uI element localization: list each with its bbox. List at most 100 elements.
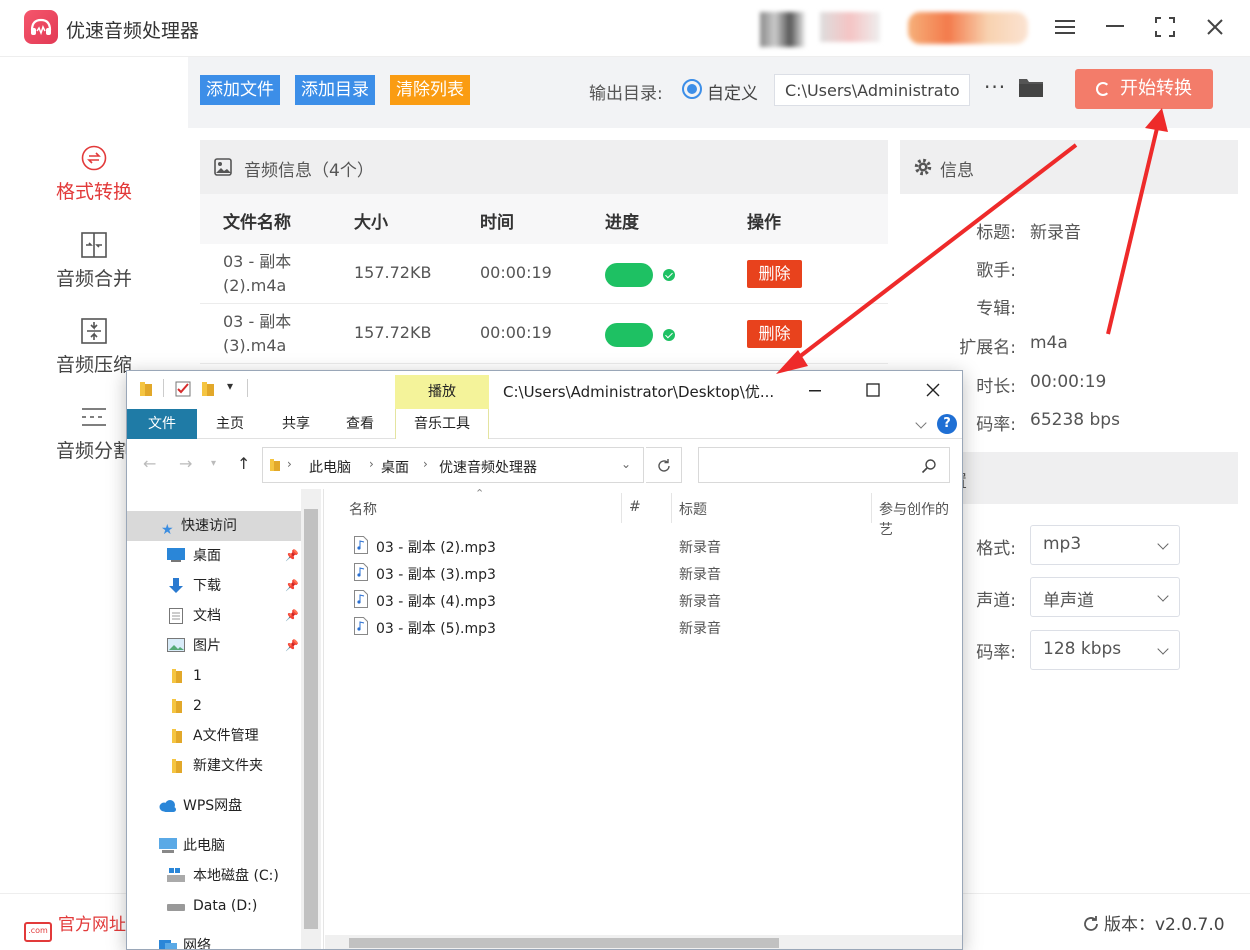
- nav-item-desktop[interactable]: 桌面 📌: [127, 541, 301, 571]
- explorer-close-icon[interactable]: [921, 379, 947, 401]
- pin-icon[interactable]: 📌: [285, 631, 299, 661]
- nav-item-network[interactable]: 网络: [127, 931, 301, 949]
- sidebar-item-audio-merge[interactable]: 音频合并: [0, 232, 188, 312]
- start-convert-button[interactable]: 开始转换: [1075, 69, 1213, 109]
- address-bar[interactable]: › 此电脑 › 桌面 › 优速音频处理器 ⌄: [262, 447, 644, 483]
- ribbon-tab-home[interactable]: 主页: [205, 409, 255, 439]
- divider: [163, 379, 164, 397]
- file-row[interactable]: 03 - 副本 (3).mp3 新录音: [349, 560, 949, 586]
- recent-locations-chevron-icon[interactable]: ▾: [211, 458, 216, 469]
- address-dropdown-icon[interactable]: ⌄: [621, 457, 631, 471]
- horizontal-scrollbar[interactable]: [325, 935, 962, 949]
- nav-item-pictures[interactable]: 图片 📌: [127, 631, 301, 661]
- vip-badge-blurred[interactable]: [908, 12, 1028, 44]
- up-arrow-icon[interactable]: ↑: [237, 454, 250, 473]
- nav-item-folder-a-files[interactable]: A文件管理: [127, 721, 301, 751]
- merge-icon: [81, 232, 107, 258]
- breadcrumb-item[interactable]: 桌面: [381, 457, 409, 477]
- open-folder-icon[interactable]: [1018, 76, 1044, 102]
- pin-icon[interactable]: 📌: [285, 541, 299, 571]
- breadcrumb-item[interactable]: 优速音频处理器: [439, 457, 537, 477]
- column-header-title[interactable]: 标题: [679, 499, 707, 519]
- search-input[interactable]: [698, 447, 950, 483]
- file-row[interactable]: 03 - 副本 (2).mp3 新录音: [349, 533, 949, 559]
- column-divider[interactable]: [671, 493, 672, 523]
- refresh-icon: [658, 459, 670, 472]
- version-info[interactable]: 版本：v2.0.7.0: [1082, 910, 1225, 935]
- table-row[interactable]: 03 - 副本 (2).m4a 157.72KB 00:00:19 删除: [200, 244, 888, 304]
- column-header-number[interactable]: #: [629, 499, 641, 515]
- delete-button[interactable]: 删除: [747, 320, 802, 348]
- forward-arrow-icon[interactable]: →: [179, 454, 192, 473]
- file-size-cell: 157.72KB: [354, 323, 432, 342]
- explorer-maximize-icon[interactable]: [861, 379, 887, 401]
- official-site-link[interactable]: .com 官方网址: [24, 910, 126, 942]
- help-icon[interactable]: ?: [937, 414, 957, 434]
- file-explorer-window: ▾ 播放 C:\Users\Administrator\Desktop\优...…: [126, 370, 963, 950]
- close-icon[interactable]: [1202, 14, 1228, 40]
- column-divider[interactable]: [621, 493, 622, 523]
- nav-item-folder-2[interactable]: 2: [127, 691, 301, 721]
- breadcrumb-separator: ›: [423, 457, 428, 471]
- document-icon: [169, 608, 183, 624]
- pin-icon[interactable]: 📌: [285, 601, 299, 631]
- customize-toolbar-dropdown-icon[interactable]: ▾: [227, 379, 233, 393]
- table-row[interactable]: 03 - 副本 (3).m4a 157.72KB 00:00:19 删除: [200, 304, 888, 364]
- delete-button[interactable]: 删除: [747, 260, 802, 288]
- audio-table-header: 文件名称 大小 时间 进度 操作: [200, 194, 888, 244]
- ribbon-tab-file[interactable]: 文件: [127, 409, 197, 439]
- toolbar: 添加文件 添加目录 清除列表 输出目录: 自定义 ··· 开始转换: [188, 57, 1250, 128]
- pin-icon[interactable]: 📌: [285, 571, 299, 601]
- ribbon-tab-view[interactable]: 查看: [335, 409, 385, 439]
- scrollbar-thumb[interactable]: [349, 938, 779, 948]
- add-folder-button[interactable]: 添加目录: [295, 75, 375, 105]
- refresh-button[interactable]: [646, 447, 682, 483]
- nav-pane-scrollbar[interactable]: [301, 489, 321, 949]
- column-divider[interactable]: [871, 493, 872, 523]
- custom-output-radio-label[interactable]: 自定义: [707, 79, 758, 104]
- progress-bar: [605, 263, 653, 287]
- nav-item-new-folder[interactable]: 新建文件夹: [127, 751, 301, 781]
- info-value: 65238 bps: [1030, 410, 1120, 430]
- nav-item-quick-access[interactable]: ★ 快速访问: [127, 511, 301, 541]
- more-options-button[interactable]: ···: [984, 75, 1006, 99]
- format-select[interactable]: mp3: [1030, 525, 1180, 565]
- channel-select[interactable]: 单声道: [1030, 577, 1180, 617]
- drive-icon: [167, 868, 185, 882]
- bitrate-select[interactable]: 128 kbps: [1030, 630, 1180, 670]
- sidebar-item-format-convert[interactable]: 格式转换: [0, 145, 188, 225]
- nav-item-downloads[interactable]: 下载 📌: [127, 571, 301, 601]
- nav-item-documents[interactable]: 文档 📌: [127, 601, 301, 631]
- nav-item-folder-1[interactable]: 1: [127, 661, 301, 691]
- add-file-button[interactable]: 添加文件: [200, 75, 280, 105]
- breadcrumb-item[interactable]: 此电脑: [309, 457, 351, 477]
- ribbon-tab-music-tools[interactable]: 音乐工具: [395, 409, 489, 439]
- ribbon-tab-share[interactable]: 共享: [271, 409, 321, 439]
- column-header: 进度: [605, 213, 639, 233]
- explorer-minimize-icon[interactable]: [803, 379, 829, 401]
- nav-item-wps-cloud[interactable]: WPS网盘: [127, 791, 301, 821]
- custom-output-radio[interactable]: [682, 79, 702, 99]
- output-path-input[interactable]: [774, 74, 970, 106]
- folder-icon: [172, 699, 182, 713]
- pane-divider[interactable]: [323, 489, 324, 949]
- file-row[interactable]: 03 - 副本 (5).mp3 新录音: [349, 614, 949, 640]
- expand-ribbon-icon[interactable]: [915, 417, 927, 429]
- scrollbar-thumb[interactable]: [304, 509, 318, 929]
- minimize-icon[interactable]: [1102, 14, 1128, 40]
- audio-info-title: 音频信息（4个）: [244, 161, 374, 181]
- file-row[interactable]: 03 - 副本 (4).mp3 新录音: [349, 587, 949, 613]
- fullscreen-icon[interactable]: [1152, 14, 1178, 40]
- nav-item-local-disk-c[interactable]: 本地磁盘 (C:): [127, 861, 301, 891]
- new-folder-icon[interactable]: [201, 381, 215, 397]
- info-label: 专辑:: [976, 299, 1016, 319]
- properties-check-icon[interactable]: [175, 381, 191, 397]
- clear-list-button[interactable]: 清除列表: [390, 75, 470, 105]
- back-arrow-icon[interactable]: ←: [143, 454, 156, 473]
- menu-icon[interactable]: [1052, 14, 1078, 40]
- column-header-name[interactable]: 名称: [349, 499, 377, 519]
- play-context-tab[interactable]: 播放: [395, 375, 489, 409]
- nav-item-this-pc[interactable]: 此电脑: [127, 831, 301, 861]
- nav-item-data-d[interactable]: Data (D:): [127, 891, 301, 921]
- user-avatar-blurred[interactable]: [760, 12, 805, 47]
